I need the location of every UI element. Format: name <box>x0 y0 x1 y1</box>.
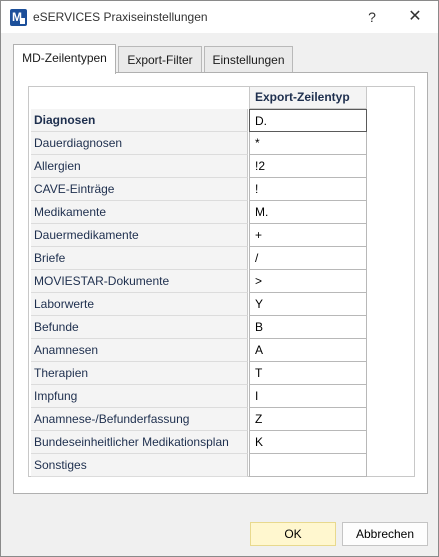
row-value-cell[interactable]: * <box>249 132 367 155</box>
tab-panel: Export-Zeilentyp Diagnosen D. Dauerdiagnos… <box>13 72 428 494</box>
row-label: Impfung <box>31 385 248 408</box>
row-label: CAVE-Einträge <box>31 178 248 201</box>
row-value-cell[interactable]: Y <box>249 293 367 316</box>
table-row: Impfung I <box>31 385 367 408</box>
title-bar: eSERVICES Praxiseinstellungen ? ✕ <box>1 1 438 33</box>
row-value-cell[interactable]: I <box>249 385 367 408</box>
table-row: Diagnosen D. <box>31 109 367 132</box>
close-button[interactable]: ✕ <box>401 5 429 29</box>
table-row: Dauermedikamente + <box>31 224 367 247</box>
row-value-cell[interactable]: T <box>249 362 367 385</box>
table-row: Therapien T <box>31 362 367 385</box>
tab-einstellungen[interactable]: Einstellungen <box>204 46 293 73</box>
table-row: CAVE-Einträge! <box>31 178 367 201</box>
row-value-cell[interactable]: B <box>249 316 367 339</box>
row-label: Bundeseinheitlicher Medikationsplan <box>31 431 248 454</box>
app-logo-icon <box>10 9 27 26</box>
column-header-export-zeilentyp: Export-Zeilentyp <box>249 87 367 109</box>
table-row: Anamnesen A <box>31 339 367 362</box>
window-title: eSERVICES Praxiseinstellungen <box>33 10 208 24</box>
help-button[interactable]: ? <box>361 5 383 29</box>
table-row: Sonstiges <box>31 454 367 477</box>
row-value-cell[interactable]: K <box>249 431 367 454</box>
table-row: MOVIESTAR-Dokumente > <box>31 270 367 293</box>
row-label: Dauermedikamente <box>31 224 248 247</box>
row-label: Laborwerte <box>31 293 248 316</box>
table-row: Dauerdiagnosen * <box>31 132 367 155</box>
row-label: Dauerdiagnosen <box>31 132 248 155</box>
row-label: Befunde <box>31 316 248 339</box>
row-value-cell[interactable]: + <box>249 224 367 247</box>
table-row: Laborwerte Y <box>31 293 367 316</box>
table-row: Briefe / <box>31 247 367 270</box>
table-row: Anamnese-/Befunderfassung Z <box>31 408 367 431</box>
row-label: MOVIESTAR-Dokumente <box>31 270 248 293</box>
tab-md-zeilentypen[interactable]: MD-Zeilentypen <box>13 44 116 74</box>
row-label: Diagnosen <box>31 109 248 132</box>
row-label: Briefe <box>31 247 248 270</box>
row-label: Sonstiges <box>31 454 248 477</box>
tab-export-filter[interactable]: Export-Filter <box>118 46 202 73</box>
row-value-cell[interactable]: D. <box>249 109 367 132</box>
table-row: Allergien !2 <box>31 155 367 178</box>
row-value-cell[interactable]: / <box>249 247 367 270</box>
row-label: Allergien <box>31 155 248 178</box>
row-label: Anamnesen <box>31 339 248 362</box>
row-value-cell[interactable]: M. <box>249 201 367 224</box>
row-value-cell[interactable]: > <box>249 270 367 293</box>
row-label: Medikamente <box>31 201 248 224</box>
ok-button[interactable]: OK <box>250 522 336 546</box>
row-value-cell[interactable]: Z <box>249 408 367 431</box>
table-row: Medikamente M. <box>31 201 367 224</box>
table-row: Befunde B <box>31 316 367 339</box>
mapping-grid: Export-Zeilentyp Diagnosen D. Dauerdiagnos… <box>28 86 415 477</box>
row-label: Therapien <box>31 362 248 385</box>
table-row: Bundeseinheitlicher Medikationsplan K <box>31 431 367 454</box>
row-value-cell[interactable]: A <box>249 339 367 362</box>
settings-dialog: eSERVICES Praxiseinstellungen ? ✕ MD-Zei… <box>0 0 439 557</box>
row-label: Anamnese-/Befunderfassung <box>31 408 248 431</box>
row-value-cell[interactable]: ! <box>249 178 367 201</box>
row-value-cell[interactable] <box>249 454 367 477</box>
row-value-cell[interactable]: !2 <box>249 155 367 178</box>
cancel-button[interactable]: Abbrechen <box>342 522 428 546</box>
